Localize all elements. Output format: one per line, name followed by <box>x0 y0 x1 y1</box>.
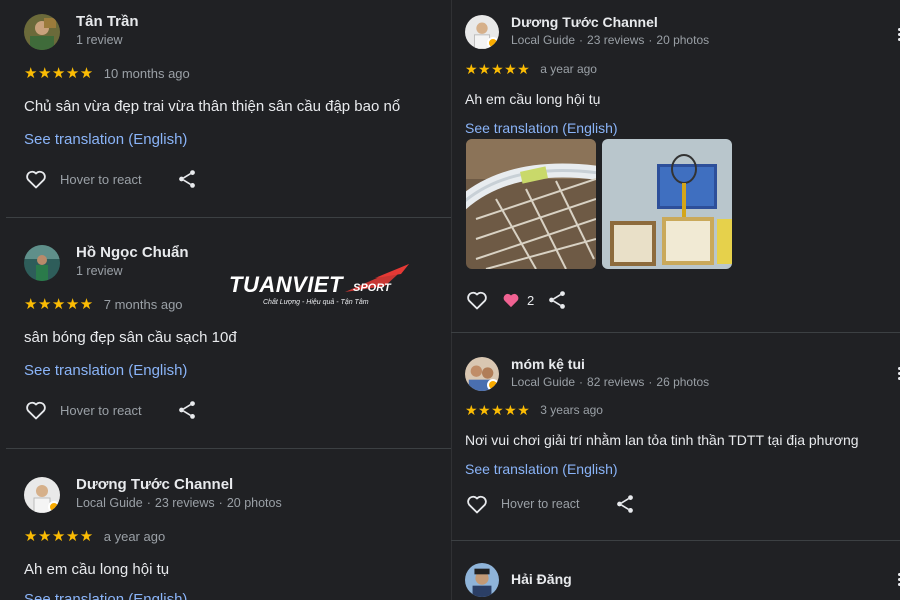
review-text: Ah em cầu long hội tụ <box>24 561 170 578</box>
review-time: a year ago <box>540 62 597 76</box>
more-vert-icon[interactable] <box>896 365 900 383</box>
heart-outline-icon[interactable] <box>24 398 48 422</box>
review-card: móm kệ tui Local Guide · 82 reviews · 26 pho… <box>451 333 900 540</box>
avatar[interactable] <box>465 15 499 49</box>
more-vert-icon[interactable] <box>896 571 900 589</box>
star-rating: ★★★★★ <box>465 401 531 418</box>
review-actions: Hover to react <box>465 492 636 516</box>
reviewer-name[interactable]: Tân Trần <box>76 13 139 30</box>
heart-outline-icon[interactable] <box>465 288 489 312</box>
reviewer-name[interactable]: móm kệ tui <box>511 356 585 372</box>
avatar[interactable] <box>24 245 60 281</box>
local-guide-label: Local Guide <box>76 496 143 510</box>
rating-row: ★★★★★ 3 years ago <box>465 401 603 419</box>
star-rating: ★★★★★ <box>24 296 94 313</box>
review-time: a year ago <box>103 528 166 544</box>
logo-brand-text: TUANVIET <box>229 272 343 297</box>
logo-tagline: Chất Lượng - Hiệu quả - Tận Tâm <box>263 299 369 306</box>
reviewer-name[interactable]: Hồ Ngọc Chuẩn <box>76 244 189 261</box>
reviewer-meta: Local Guide · 82 reviews · 26 photos <box>511 375 710 389</box>
share-icon[interactable] <box>176 399 198 421</box>
see-translation-link[interactable]: See translation (English) <box>24 131 187 148</box>
heart-outline-icon[interactable] <box>24 167 48 191</box>
local-guide-badge-icon <box>48 501 60 513</box>
local-guide-label: Local Guide <box>511 33 576 47</box>
review-card: Hải Đăng <box>451 541 900 600</box>
review-card: Dương Tước Channel Local Guide · 23 review… <box>451 0 900 332</box>
avatar[interactable] <box>24 14 60 50</box>
review-photo-wall[interactable] <box>602 139 732 269</box>
review-text: Ah em cầu long hội tụ <box>465 91 601 107</box>
see-translation-link[interactable]: See translation (English) <box>24 362 187 379</box>
photo-count: 26 photos <box>656 375 710 389</box>
see-translation-link[interactable]: See translation (English) <box>24 591 187 600</box>
local-guide-badge-icon <box>487 37 499 49</box>
review-actions: Hover to react <box>24 167 198 191</box>
reviewer-meta: Local Guide · 23 reviews · 20 photos <box>511 33 710 47</box>
reviewer-meta: Local Guide · 23 reviews · 20 photos <box>76 496 282 510</box>
avatar[interactable] <box>465 563 499 597</box>
review-time: 7 months ago <box>103 296 183 312</box>
review-time: 10 months ago <box>103 65 190 81</box>
review-text: sân bóng đẹp sân cầu sạch 10đ <box>24 329 237 346</box>
rating-row: ★★★★★ 7 months ago <box>24 295 183 313</box>
more-vert-icon[interactable] <box>896 26 900 44</box>
star-rating: ★★★★★ <box>24 65 94 82</box>
like-count: 2 <box>527 292 535 308</box>
hover-to-react-label: Hover to react <box>60 171 142 187</box>
see-translation-link[interactable]: See translation (English) <box>465 120 618 136</box>
share-icon[interactable] <box>614 493 636 515</box>
tuanviet-sport-watermark: TUANVIET SPORT Chất Lượng - Hiệu quả - T… <box>225 262 415 310</box>
review-text: Nơi vui chơi giải trí nhằm lan tỏa tinh … <box>465 432 859 448</box>
rating-row: ★★★★★ a year ago <box>465 60 597 78</box>
see-translation-link[interactable]: See translation (English) <box>465 461 618 477</box>
heart-outline-icon[interactable] <box>465 492 489 516</box>
share-icon[interactable] <box>546 289 568 311</box>
hover-to-react-label: Hover to react <box>60 402 142 418</box>
review-actions: 2 <box>465 288 568 312</box>
review-photo-racket[interactable] <box>466 139 596 269</box>
logo-sport-text: SPORT <box>353 282 391 294</box>
review-text: Chủ sân vừa đẹp trai vừa thân thiện sân … <box>24 98 401 115</box>
star-rating: ★★★★★ <box>24 528 94 545</box>
review-count: 82 reviews <box>587 375 645 389</box>
photo-count: 20 photos <box>226 496 282 510</box>
reviewer-meta: 1 review <box>76 264 123 278</box>
review-card: Dương Tước Channel Local Guide · 23 review… <box>6 449 451 600</box>
star-rating: ★★★★★ <box>465 60 531 77</box>
local-guide-badge-icon <box>487 379 499 391</box>
heart-filled-icon <box>503 293 519 308</box>
review-card: Tân Trần 1 review ★★★★★ 10 months ago Ch… <box>6 0 451 217</box>
review-actions: Hover to react <box>24 398 198 422</box>
rating-row: ★★★★★ a year ago <box>24 527 165 545</box>
review-time: 3 years ago <box>540 403 603 417</box>
avatar[interactable] <box>24 477 60 513</box>
reviews-column-right: Dương Tước Channel Local Guide · 23 review… <box>451 0 900 600</box>
reviewer-name[interactable]: Dương Tước Channel <box>76 476 233 493</box>
reviewer-meta: 1 review <box>76 33 123 47</box>
review-count: 23 reviews <box>154 496 215 510</box>
photo-count: 20 photos <box>656 33 710 47</box>
reviewer-name[interactable]: Dương Tước Channel <box>511 14 658 30</box>
hover-to-react-label: Hover to react <box>501 497 580 511</box>
avatar[interactable] <box>465 357 499 391</box>
review-card: Hồ Ngọc Chuẩn 1 review ★★★★★ 7 months ag… <box>6 218 451 448</box>
review-count: 23 reviews <box>587 33 645 47</box>
share-icon[interactable] <box>176 168 198 190</box>
reviewer-name[interactable]: Hải Đăng <box>511 571 572 587</box>
rating-row: ★★★★★ 10 months ago <box>24 64 190 82</box>
local-guide-label: Local Guide <box>511 375 576 389</box>
